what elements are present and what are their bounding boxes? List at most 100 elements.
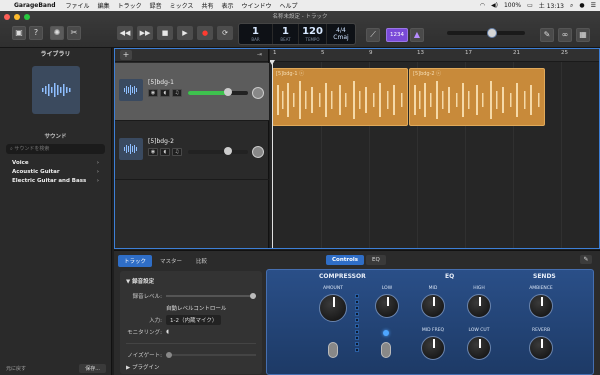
library-item-label: Voice [12,159,29,166]
mid-freq-knob[interactable] [421,336,445,360]
fast-forward-icon: ▶▶ [139,29,151,37]
menu-list-icon[interactable]: ☰ [591,2,596,9]
mute-button[interactable]: ◖ [160,148,170,156]
timeline-ruler[interactable]: 1 5 9 13 17 21 25 [270,48,600,62]
pan-knob[interactable] [252,87,264,99]
noise-gate-slider[interactable] [166,352,256,358]
volume-knob[interactable] [487,28,497,38]
ruler-tick: 1 [273,50,277,56]
tab-master[interactable]: マスター [154,255,188,267]
menu-share[interactable]: 共有 [201,1,213,10]
library-button[interactable]: ▣ [12,26,26,40]
library-item-acoustic-guitar[interactable]: Acoustic Guitar › [0,167,111,176]
search-icon[interactable]: ⌕ [570,2,573,10]
track-name[interactable]: [5]bdg-1 [148,79,174,86]
clock[interactable]: 土 13:13 [539,1,564,10]
loop-browser-button[interactable]: ∞ [558,28,572,42]
menu-file[interactable]: ファイル [66,1,90,10]
reverb-knob[interactable] [529,336,553,360]
save-button[interactable]: 保存... [79,363,106,373]
library-item-voice[interactable]: Voice › [0,158,111,167]
compressor-toggle[interactable] [328,342,338,358]
add-track-button[interactable]: + [120,50,132,60]
count-in-button[interactable]: 1234 [386,28,408,42]
menu-track[interactable]: トラック [118,1,142,10]
eq-toggle[interactable] [381,342,391,358]
high-knob[interactable] [467,294,491,318]
input-select[interactable]: 1-2（内蔵マイク） [166,315,222,325]
record-level-label: 録音レベル: [132,294,162,300]
library-item-electric-guitar[interactable]: Electric Guitar and Bass › [0,176,111,185]
recording-settings-header[interactable]: ▼ 録音設定 [126,277,256,285]
master-volume-slider[interactable] [447,28,525,38]
menu-edit[interactable]: 編集 [98,1,110,10]
lcd-display[interactable]: 1 BAR 1 BEAT 120 TEMPO 4/4 Cmaj [238,23,356,45]
media-browser-button[interactable]: ▦ [576,28,590,42]
edit-pencil-button[interactable]: ✎ [580,255,592,264]
slider-knob[interactable] [250,293,256,299]
solo-button[interactable]: ♫ [172,89,182,97]
playhead[interactable] [272,62,273,248]
play-button[interactable]: ▶ [177,26,193,40]
track-volume-knob[interactable] [224,88,232,96]
cycle-button[interactable]: ⟳ [217,26,233,40]
audio-region-1[interactable]: [5]bdg-1 ⓒ [272,68,408,126]
catch-playhead-icon[interactable]: ⇥ [257,51,262,58]
menu-view[interactable]: 表示 [221,1,233,10]
mid-knob[interactable] [421,294,445,318]
mute-button[interactable]: ◖ [160,89,170,97]
amount-knob[interactable] [319,294,347,322]
tab-track[interactable]: トラック [118,255,153,267]
menu-window[interactable]: ウインドウ [241,1,271,10]
pan-knob[interactable] [252,146,264,158]
menu-app[interactable]: GarageBand [14,2,56,9]
rewind-button[interactable]: ◀◀ [117,26,133,40]
tab-eq[interactable]: EQ [366,255,386,265]
menu-help[interactable]: ヘルプ [279,1,297,10]
low-cut-label: LOW CUT [468,328,490,333]
tab-controls[interactable]: Controls [326,255,365,265]
record-enable-button[interactable]: ◉ [148,89,158,97]
low-knob[interactable] [375,294,399,318]
plugins-disclosure[interactable]: ▶ プラグイン [126,363,159,371]
record-level-slider[interactable] [166,293,256,299]
monitoring-button[interactable]: ◖ [166,329,169,335]
track-1[interactable]: [5]bdg-1 ◉ ◖ ♫ [114,63,269,121]
lcd-tempo[interactable]: 120 TEMPO [299,24,327,44]
battery-icon[interactable]: ▭ [527,2,533,9]
track-volume-meter[interactable] [188,91,248,95]
metronome-button[interactable]: ▲ [410,28,424,42]
menu-mix[interactable]: ミックス [170,1,194,10]
solo-button[interactable]: ♫ [172,148,182,156]
track-volume-knob[interactable] [224,147,232,155]
notepad-button[interactable]: ✎ [540,28,554,42]
record-button[interactable]: ● [197,26,213,40]
audio-region-2[interactable]: [5]bdg-2 ⓒ [409,68,545,126]
chevron-right-icon: › [96,168,99,175]
user-icon[interactable]: ● [579,2,584,9]
auto-level-checkbox[interactable]: 自動レベルコントロール [166,304,226,312]
tab-compare[interactable]: 比較 [190,255,213,267]
wifi-icon[interactable]: ◠ [480,2,485,9]
low-cut-knob[interactable] [467,336,491,360]
slider-knob[interactable] [166,352,172,358]
ambience-knob[interactable] [529,294,553,318]
volume-icon[interactable]: ◀) [491,2,498,9]
sound-search-input[interactable]: ⌕ サウンドを検索 [6,144,105,154]
editors-button[interactable]: ✂ [67,26,81,40]
menu-record[interactable]: 録音 [150,1,162,10]
record-enable-button[interactable]: ◉ [148,148,158,156]
track-2[interactable]: [5]bdg-2 ◉ ◖ ♫ [114,122,269,180]
tuner-button[interactable]: ⟋ [366,28,380,42]
count-in-label: 1234 [390,32,404,38]
tracks-area[interactable]: 1 5 9 13 17 21 25 [5]bdg-1 ⓒ [5]bdg-2 ⓒ [270,48,600,248]
tuning-fork-icon: ⟋ [370,30,376,39]
track-volume-meter[interactable] [188,150,248,154]
smart-controls-button[interactable]: ✺ [50,26,64,40]
track-name[interactable]: [5]bdg-2 [148,138,174,145]
help-button[interactable]: ? [29,26,43,40]
stop-button[interactable]: ■ [157,26,173,40]
lcd-signature[interactable]: 4/4 Cmaj [327,24,355,44]
fast-forward-button[interactable]: ▶▶ [137,26,153,40]
revert-button[interactable]: 元に戻す [6,365,26,372]
